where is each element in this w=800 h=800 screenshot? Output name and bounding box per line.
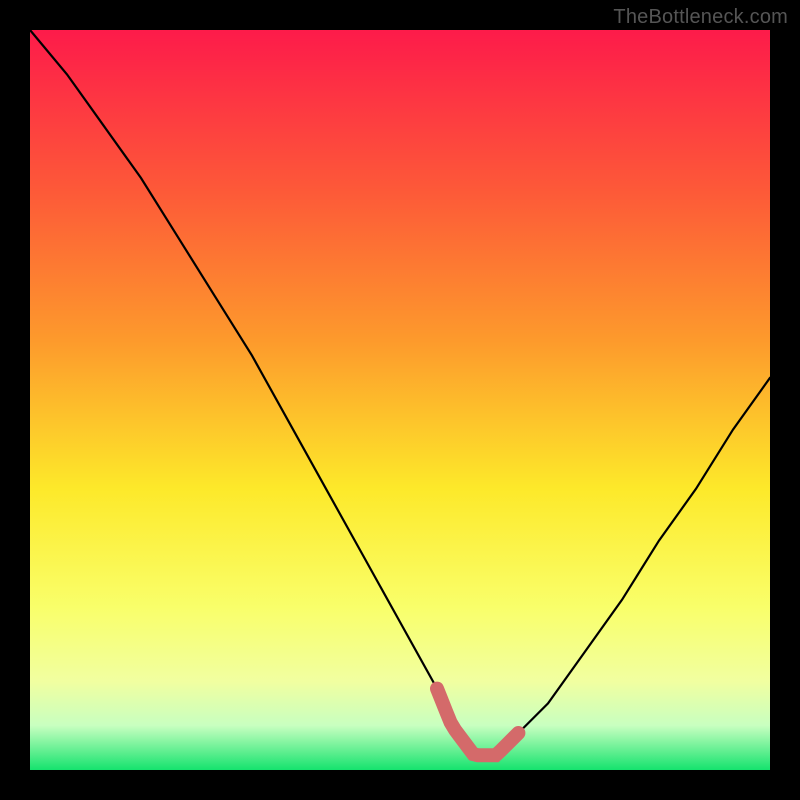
gradient-plot-area [30, 30, 770, 770]
watermark-text: TheBottleneck.com [613, 6, 788, 29]
chart-svg [0, 0, 800, 800]
chart-container: TheBottleneck.com [0, 0, 800, 800]
